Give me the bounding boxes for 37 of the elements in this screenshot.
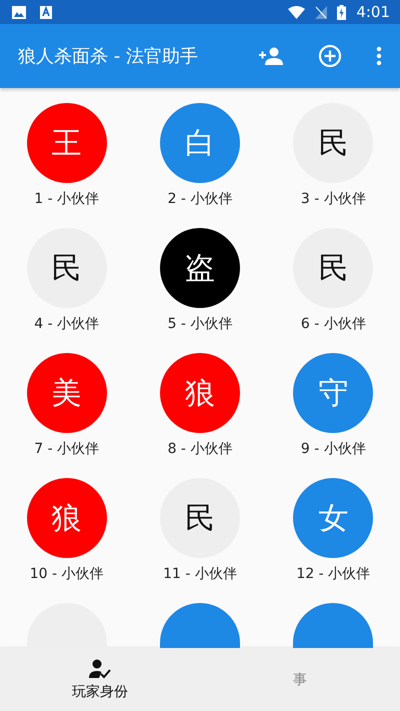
role-avatar[interactable]: 狼 <box>160 353 240 433</box>
plus-circle-icon <box>318 44 342 68</box>
image-icon <box>12 6 26 18</box>
role-avatar[interactable]: 民 <box>293 103 374 183</box>
player-label: 3 - 小伙伴 <box>300 190 366 209</box>
no-signal-icon <box>315 6 328 18</box>
nav-tab[interactable]: 玩家身份 <box>0 648 200 711</box>
status-time: 4:01 <box>356 3 390 21</box>
role-avatar[interactable]: 王 <box>26 103 107 183</box>
nav-tab[interactable]: 事 <box>200 648 400 711</box>
player-label: 11 - 小伙伴 <box>163 565 237 584</box>
player-label: 5 - 小伙伴 <box>168 315 232 334</box>
app-title: 狼人杀面杀 - 法官助手 <box>18 45 199 68</box>
more-icon <box>376 46 382 66</box>
role-avatar[interactable]: 女 <box>293 478 374 558</box>
player-label: 2 - 小伙伴 <box>168 190 232 209</box>
person-plus-icon <box>258 47 284 65</box>
role-avatar[interactable]: 民 <box>26 228 107 308</box>
role-avatar[interactable]: 白 <box>160 103 240 183</box>
role-avatar[interactable]: 民 <box>160 478 240 558</box>
role-avatar[interactable]: 盗 <box>160 228 240 308</box>
player-label: 9 - 小伙伴 <box>300 440 366 459</box>
player-label: 4 - 小伙伴 <box>34 315 100 334</box>
player-label: 10 - 小伙伴 <box>30 565 104 584</box>
role-avatar[interactable]: 美 <box>26 353 107 433</box>
role-avatar[interactable]: 民 <box>293 228 374 308</box>
player-label: 12 - 小伙伴 <box>296 565 370 584</box>
player-label: 6 - 小伙伴 <box>300 315 366 334</box>
battery-icon <box>337 4 346 20</box>
wifi-icon <box>288 6 306 18</box>
player-label: 8 - 小伙伴 <box>168 440 232 459</box>
app-icon <box>40 6 52 18</box>
player-label: 1 - 小伙伴 <box>34 190 100 209</box>
player-label: 7 - 小伙伴 <box>34 440 100 459</box>
role-avatar[interactable]: 狼 <box>26 478 107 558</box>
role-avatar[interactable]: 守 <box>293 353 374 433</box>
person-check-icon <box>89 658 111 678</box>
